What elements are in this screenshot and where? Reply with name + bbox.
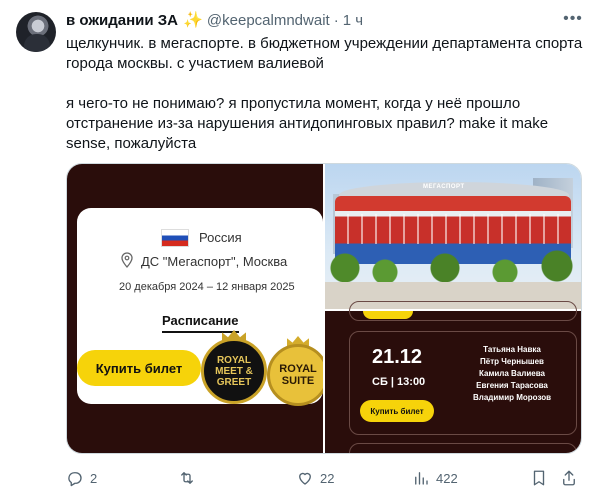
event-date: 21.12 [372,346,423,368]
like-button[interactable]: 22 [296,466,334,490]
event-time: СБ | 13:00 [372,376,426,388]
schedule-link: Расписание [162,313,239,333]
performer-name: Владимир Морозов [472,393,552,402]
performer-name: Пётр Чернышев [480,357,544,366]
event-buy-ticket-button: Купить билет [360,400,434,422]
royal-suite-badge: ROYAL SUITE [267,344,329,406]
analytics-icon [415,472,428,485]
event-card: 21.12 СБ | 13:00 Купить билет Татьяна На… [349,331,577,435]
retweet-button[interactable] [178,466,202,490]
tweet-header: в ожидании ЗА ✨ @keepcalmndwait · 1 ч [66,10,363,30]
separator-dot: · [333,11,339,29]
media-grid[interactable]: Россия ДС "Мегаспорт", Москва 20 декабря… [66,163,582,454]
arena-columns [335,214,571,244]
royal-meet-greet-badge: ROYAL MEET & GREET [201,338,267,404]
action-bar: 2 22 422 [66,466,582,490]
location-pin-icon [121,252,133,268]
date-range: 20 декабря 2024 – 12 января 2025 [119,281,295,293]
avatar[interactable] [16,12,56,52]
bookmark-icon [533,470,545,486]
views-button[interactable]: 422 [412,466,458,490]
view-count: 422 [436,470,458,486]
schedule-image[interactable]: 21.12 СБ | 13:00 Купить билет Татьяна На… [325,301,581,453]
performer-list: Татьяна Навка Пётр Чернышев Камила Валие… [452,344,572,404]
reply-button[interactable]: 2 [66,466,97,490]
country-label: Россия [199,230,242,245]
russia-flag-icon [161,229,189,247]
reply-icon [68,472,82,487]
arena-photo[interactable]: МЕГАСПОРТ [325,164,581,309]
timestamp[interactable]: 1 ч [343,12,363,29]
heart-icon [299,472,311,485]
next-event-card [349,443,577,453]
sparkle-icon: ✨ [182,12,203,29]
arena-sign: МЕГАСПОРТ [423,184,465,190]
more-options-icon[interactable]: ••• [562,8,584,30]
venue-label: ДС "Мегаспорт", Москва [141,254,288,269]
share-button[interactable] [560,466,578,490]
previous-buy-button [363,311,413,319]
event-info-card: Россия ДС "Мегаспорт", Москва 20 декабря… [77,208,329,406]
reply-count: 2 [90,470,98,486]
share-icon [563,470,575,486]
like-count: 22 [320,470,335,486]
performer-name: Камила Валиева [479,369,545,378]
bookmark-button[interactable] [530,466,548,490]
display-name[interactable]: в ожидании ЗА [66,12,178,29]
buy-ticket-button: Купить билет [77,350,201,386]
user-handle[interactable]: @keepcalmndwait [207,12,330,29]
tweet-text: щелкунчик. в мегаспорте. в бюджетном учр… [66,35,583,152]
performer-name: Татьяна Навка [483,345,541,354]
retweet-icon [181,472,193,484]
event-promo-image[interactable]: Россия ДС "Мегаспорт", Москва 20 декабря… [67,164,329,453]
performer-name: Евгения Тарасова [476,381,548,390]
